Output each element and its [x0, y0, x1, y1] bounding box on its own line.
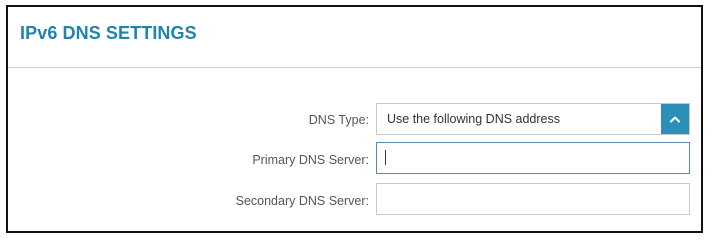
ipv6-dns-settings-panel: IPv6 DNS SETTINGS DNS Type: Use the foll…	[6, 5, 703, 233]
primary-dns-label: Primary DNS Server:	[252, 153, 369, 167]
secondary-dns-field[interactable]	[376, 183, 690, 215]
primary-dns-field[interactable]	[376, 142, 690, 174]
dns-type-select[interactable]: Use the following DNS address	[376, 103, 690, 135]
primary-dns-input[interactable]	[377, 143, 689, 173]
chevron-up-icon[interactable]	[661, 104, 689, 134]
secondary-dns-input[interactable]	[377, 184, 689, 214]
section-title: IPv6 DNS SETTINGS	[20, 23, 197, 43]
title-divider	[8, 67, 701, 68]
text-cursor	[385, 150, 386, 165]
dns-type-selected-value: Use the following DNS address	[387, 112, 560, 126]
secondary-dns-label: Secondary DNS Server:	[235, 194, 369, 208]
dns-type-label: DNS Type:	[308, 113, 369, 127]
